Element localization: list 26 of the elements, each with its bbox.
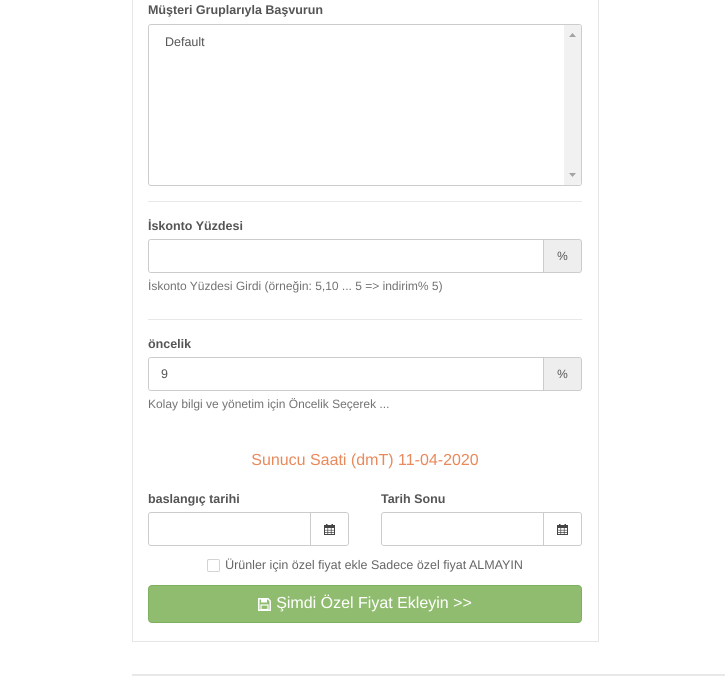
help-text: İskonto Yüzdesi Girdi (örneğin: 5,10 ... 5 => indirim% 5) (148, 278, 444, 295)
field-label: Müşteri Gruplarıyla Başvurun (148, 2, 324, 19)
server-time: Sunucu Saati (dmT) 11-04-2020 (250, 451, 480, 471)
field-label: Tarih Sonu (381, 491, 446, 508)
input-field[interactable]: 9 (148, 357, 544, 391)
checkbox-label[interactable]: Ürünler için özel fiyat ekle Sadece özel fiyat ALMAYIN (225, 557, 523, 574)
scroll-up-icon[interactable] (569, 33, 576, 37)
unit-addon: % (544, 357, 582, 391)
date-field[interactable] (381, 512, 544, 546)
calendar-button[interactable] (544, 512, 582, 546)
multi-select-list[interactable]: Default (148, 24, 582, 186)
save-icon (258, 598, 272, 610)
field-label: öncelik (148, 336, 192, 353)
calendar-icon (557, 524, 568, 534)
scroll-down-icon[interactable] (569, 173, 576, 177)
scrollbar[interactable] (564, 25, 581, 185)
list-option[interactable]: Default (164, 34, 206, 51)
field-label: baslangıç tarihi (148, 491, 241, 508)
calendar-button[interactable] (311, 512, 349, 546)
checkbox[interactable] (207, 559, 220, 572)
input-field[interactable] (148, 239, 544, 273)
unit-addon: % (544, 239, 582, 273)
date-field[interactable] (148, 512, 311, 546)
field-label: İskonto Yüzdesi (148, 218, 244, 235)
calendar-icon (324, 524, 335, 534)
help-text: Kolay bilgi ve yönetim için Öncelik Seçerek ... (148, 396, 390, 413)
